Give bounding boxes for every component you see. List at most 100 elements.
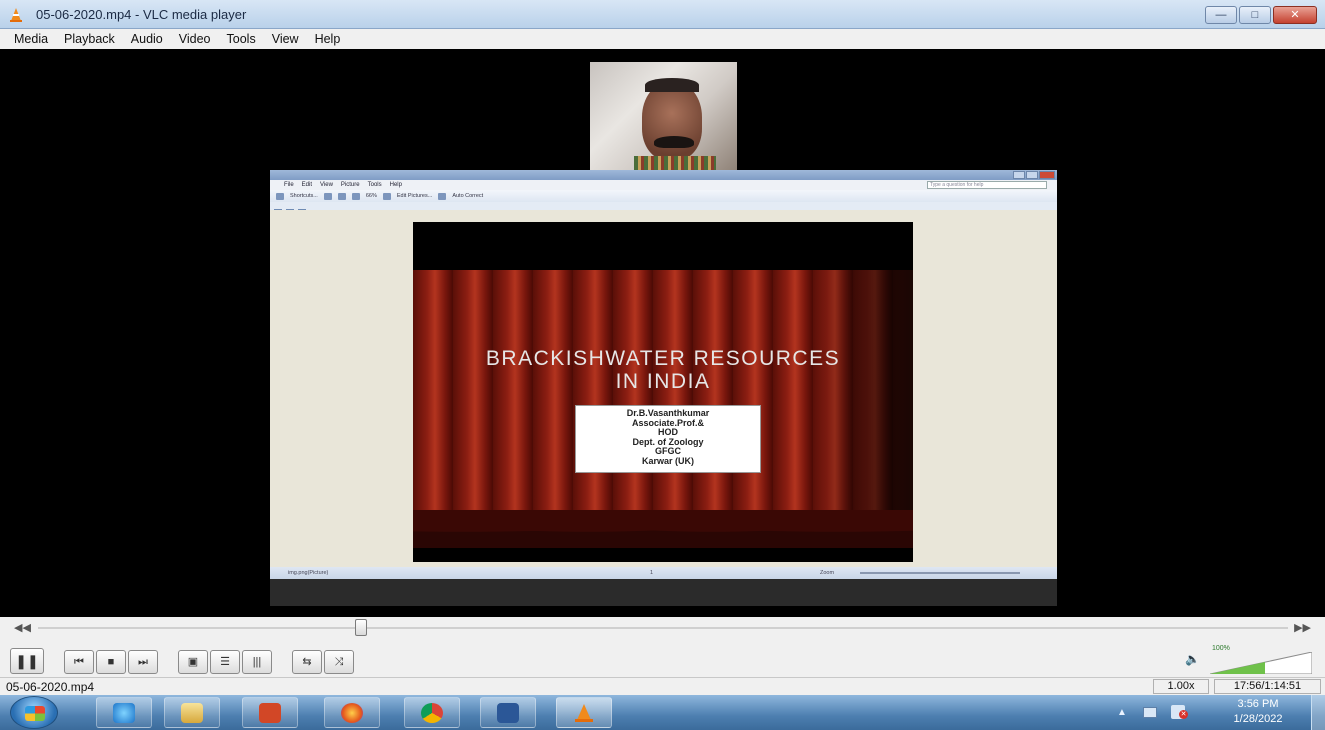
video-area[interactable]: File Edit View Picture Tools Help Type a…	[6, 49, 1319, 617]
loop-icon: ⇆	[302, 656, 312, 668]
auto-correct-icon	[438, 192, 447, 200]
status-filename: 05-06-2020.mp4	[6, 680, 95, 694]
network-icon[interactable]	[1143, 707, 1157, 718]
shortcuts-icon	[276, 192, 284, 200]
seek-back-icon[interactable]: ◀◀	[14, 621, 31, 634]
playback-controls: ❚❚ ⏮ ■ ⏭ ▣ ☰ ||| ⇆ ⤨ 🔈 100%	[0, 639, 1325, 677]
clock[interactable]: 3:56 PM 1/28/2022	[1213, 697, 1303, 727]
curtain-valance	[413, 510, 913, 548]
pause-button[interactable]: ❚❚	[10, 648, 44, 674]
menu-view[interactable]: View	[264, 32, 307, 46]
menu-bar: Media Playback Audio Video Tools View He…	[0, 29, 1325, 49]
menu-video[interactable]: Video	[171, 32, 219, 46]
taskbar-powerpoint[interactable]	[242, 697, 298, 728]
shuffle-icon: ⤨	[334, 656, 344, 668]
picture-manager-canvas: BRACKISHWATER RESOURCES IN INDIA Dr.B.Va…	[270, 210, 1057, 567]
picture-manager-bottom	[270, 579, 1057, 606]
folder-icon	[181, 703, 203, 723]
taskbar-chrome[interactable]	[404, 697, 460, 728]
maximize-button[interactable]: □	[1239, 6, 1271, 24]
shuffle-button[interactable]: ⤨	[324, 650, 354, 674]
vlc-icon	[575, 704, 593, 722]
stop-icon: ■	[107, 656, 115, 668]
pm-status-count: 1	[650, 570, 654, 576]
equalizer-icon: |||	[252, 656, 262, 668]
taskbar-firefox[interactable]	[324, 697, 380, 728]
pm-status-file: img.png(Picture)	[288, 570, 329, 576]
word-icon	[497, 703, 519, 723]
pm-menu-view: View	[320, 182, 333, 188]
playback-speed[interactable]: 1.00x	[1153, 679, 1209, 694]
pm-shortcuts: Shortcuts...	[290, 193, 318, 199]
delete-icon	[351, 192, 360, 200]
pm-edit-pictures: Edit Pictures...	[396, 193, 433, 199]
volume-slider[interactable]	[1210, 652, 1312, 674]
show-desktop-button[interactable]	[1311, 695, 1325, 730]
seek-forward-icon[interactable]: ▶▶	[1294, 621, 1311, 634]
pm-minimize-icon	[1013, 171, 1025, 179]
pm-status-zoom: Zoom	[820, 570, 835, 576]
pm-menu-edit: Edit	[301, 182, 313, 188]
close-button[interactable]: ✕	[1273, 6, 1317, 24]
save-icon	[323, 192, 332, 200]
pm-menu-file: File	[284, 182, 294, 188]
internet-explorer-icon	[113, 703, 135, 723]
stop-button[interactable]: ■	[96, 650, 126, 674]
edit-pictures-icon	[382, 192, 391, 200]
extended-settings-button[interactable]: |||	[242, 650, 272, 674]
rotate-icon	[337, 192, 346, 200]
menu-help[interactable]: Help	[307, 32, 349, 46]
pm-menu-picture: Picture	[340, 182, 360, 188]
author-box: Dr.B.Vasanthkumar Associate.Prof.& HOD D…	[575, 405, 761, 473]
seek-handle[interactable]	[354, 619, 367, 636]
taskbar-word[interactable]	[480, 697, 536, 728]
seek-bar[interactable]	[38, 627, 1288, 629]
system-tray: ▲ ✕ 3:56 PM 1/28/2022	[1115, 695, 1325, 730]
menu-playback[interactable]: Playback	[56, 32, 123, 46]
slide-title: BRACKISHWATER RESOURCES IN INDIA	[413, 347, 913, 393]
time-display[interactable]: 17:56/1:14:51	[1214, 679, 1321, 694]
author-line: Karwar (UK)	[641, 455, 694, 466]
taskbar-internet-explorer[interactable]	[96, 697, 152, 728]
pm-zoom: 66%	[365, 193, 377, 199]
menu-media[interactable]: Media	[6, 32, 56, 46]
presentation-slide: BRACKISHWATER RESOURCES IN INDIA Dr.B.Va…	[413, 222, 913, 562]
seek-row: ◀◀ ▶▶	[0, 617, 1325, 639]
start-button[interactable]	[10, 696, 58, 729]
loop-button[interactable]: ⇆	[292, 650, 322, 674]
speaker-icon[interactable]: 🔈	[1185, 652, 1200, 666]
pm-close-icon	[1039, 171, 1055, 179]
pm-menu-tools: Tools	[367, 182, 382, 188]
playlist-button[interactable]: ☰	[210, 650, 240, 674]
presenter-mustache	[654, 136, 694, 148]
pause-icon: ❚❚	[15, 653, 39, 669]
fullscreen-button[interactable]: ▣	[178, 650, 208, 674]
powerpoint-icon	[259, 703, 281, 723]
pm-zoom-slider	[860, 572, 1020, 574]
clock-date: 1/28/2022	[1233, 713, 1283, 725]
next-button[interactable]: ⏭	[128, 650, 158, 674]
previous-button[interactable]: ⏮	[64, 650, 94, 674]
fullscreen-icon: ▣	[187, 656, 199, 668]
playlist-icon: ☰	[220, 656, 230, 668]
picture-manager-window: File Edit View Picture Tools Help Type a…	[270, 170, 1057, 606]
taskbar-file-explorer[interactable]	[164, 697, 220, 728]
picture-manager-statusbar: img.png(Picture) 1 Zoom	[270, 567, 1057, 579]
presenter-hair	[645, 78, 699, 92]
tray-expand-icon[interactable]: ▲	[1117, 707, 1127, 718]
firefox-icon	[341, 703, 363, 723]
pm-auto-correct: Auto Correct	[452, 193, 484, 199]
pm-help-box: Type a question for help	[927, 181, 1047, 189]
picture-manager-viewbar	[270, 202, 1057, 215]
picture-manager-menu: File Edit View Picture Tools Help Type a…	[270, 180, 1057, 190]
menu-audio[interactable]: Audio	[123, 32, 171, 46]
picture-manager-titlebar	[270, 170, 1057, 180]
vlc-cone-icon	[10, 8, 22, 22]
windows-logo-icon	[25, 706, 45, 721]
menu-tools[interactable]: Tools	[219, 32, 264, 46]
taskbar-vlc[interactable]	[556, 697, 612, 728]
chrome-icon	[421, 703, 443, 723]
status-bar: 05-06-2020.mp4 1.00x 17:56/1:14:51	[0, 677, 1325, 695]
minimize-button[interactable]: —	[1205, 6, 1237, 24]
presenter-face	[642, 82, 702, 160]
